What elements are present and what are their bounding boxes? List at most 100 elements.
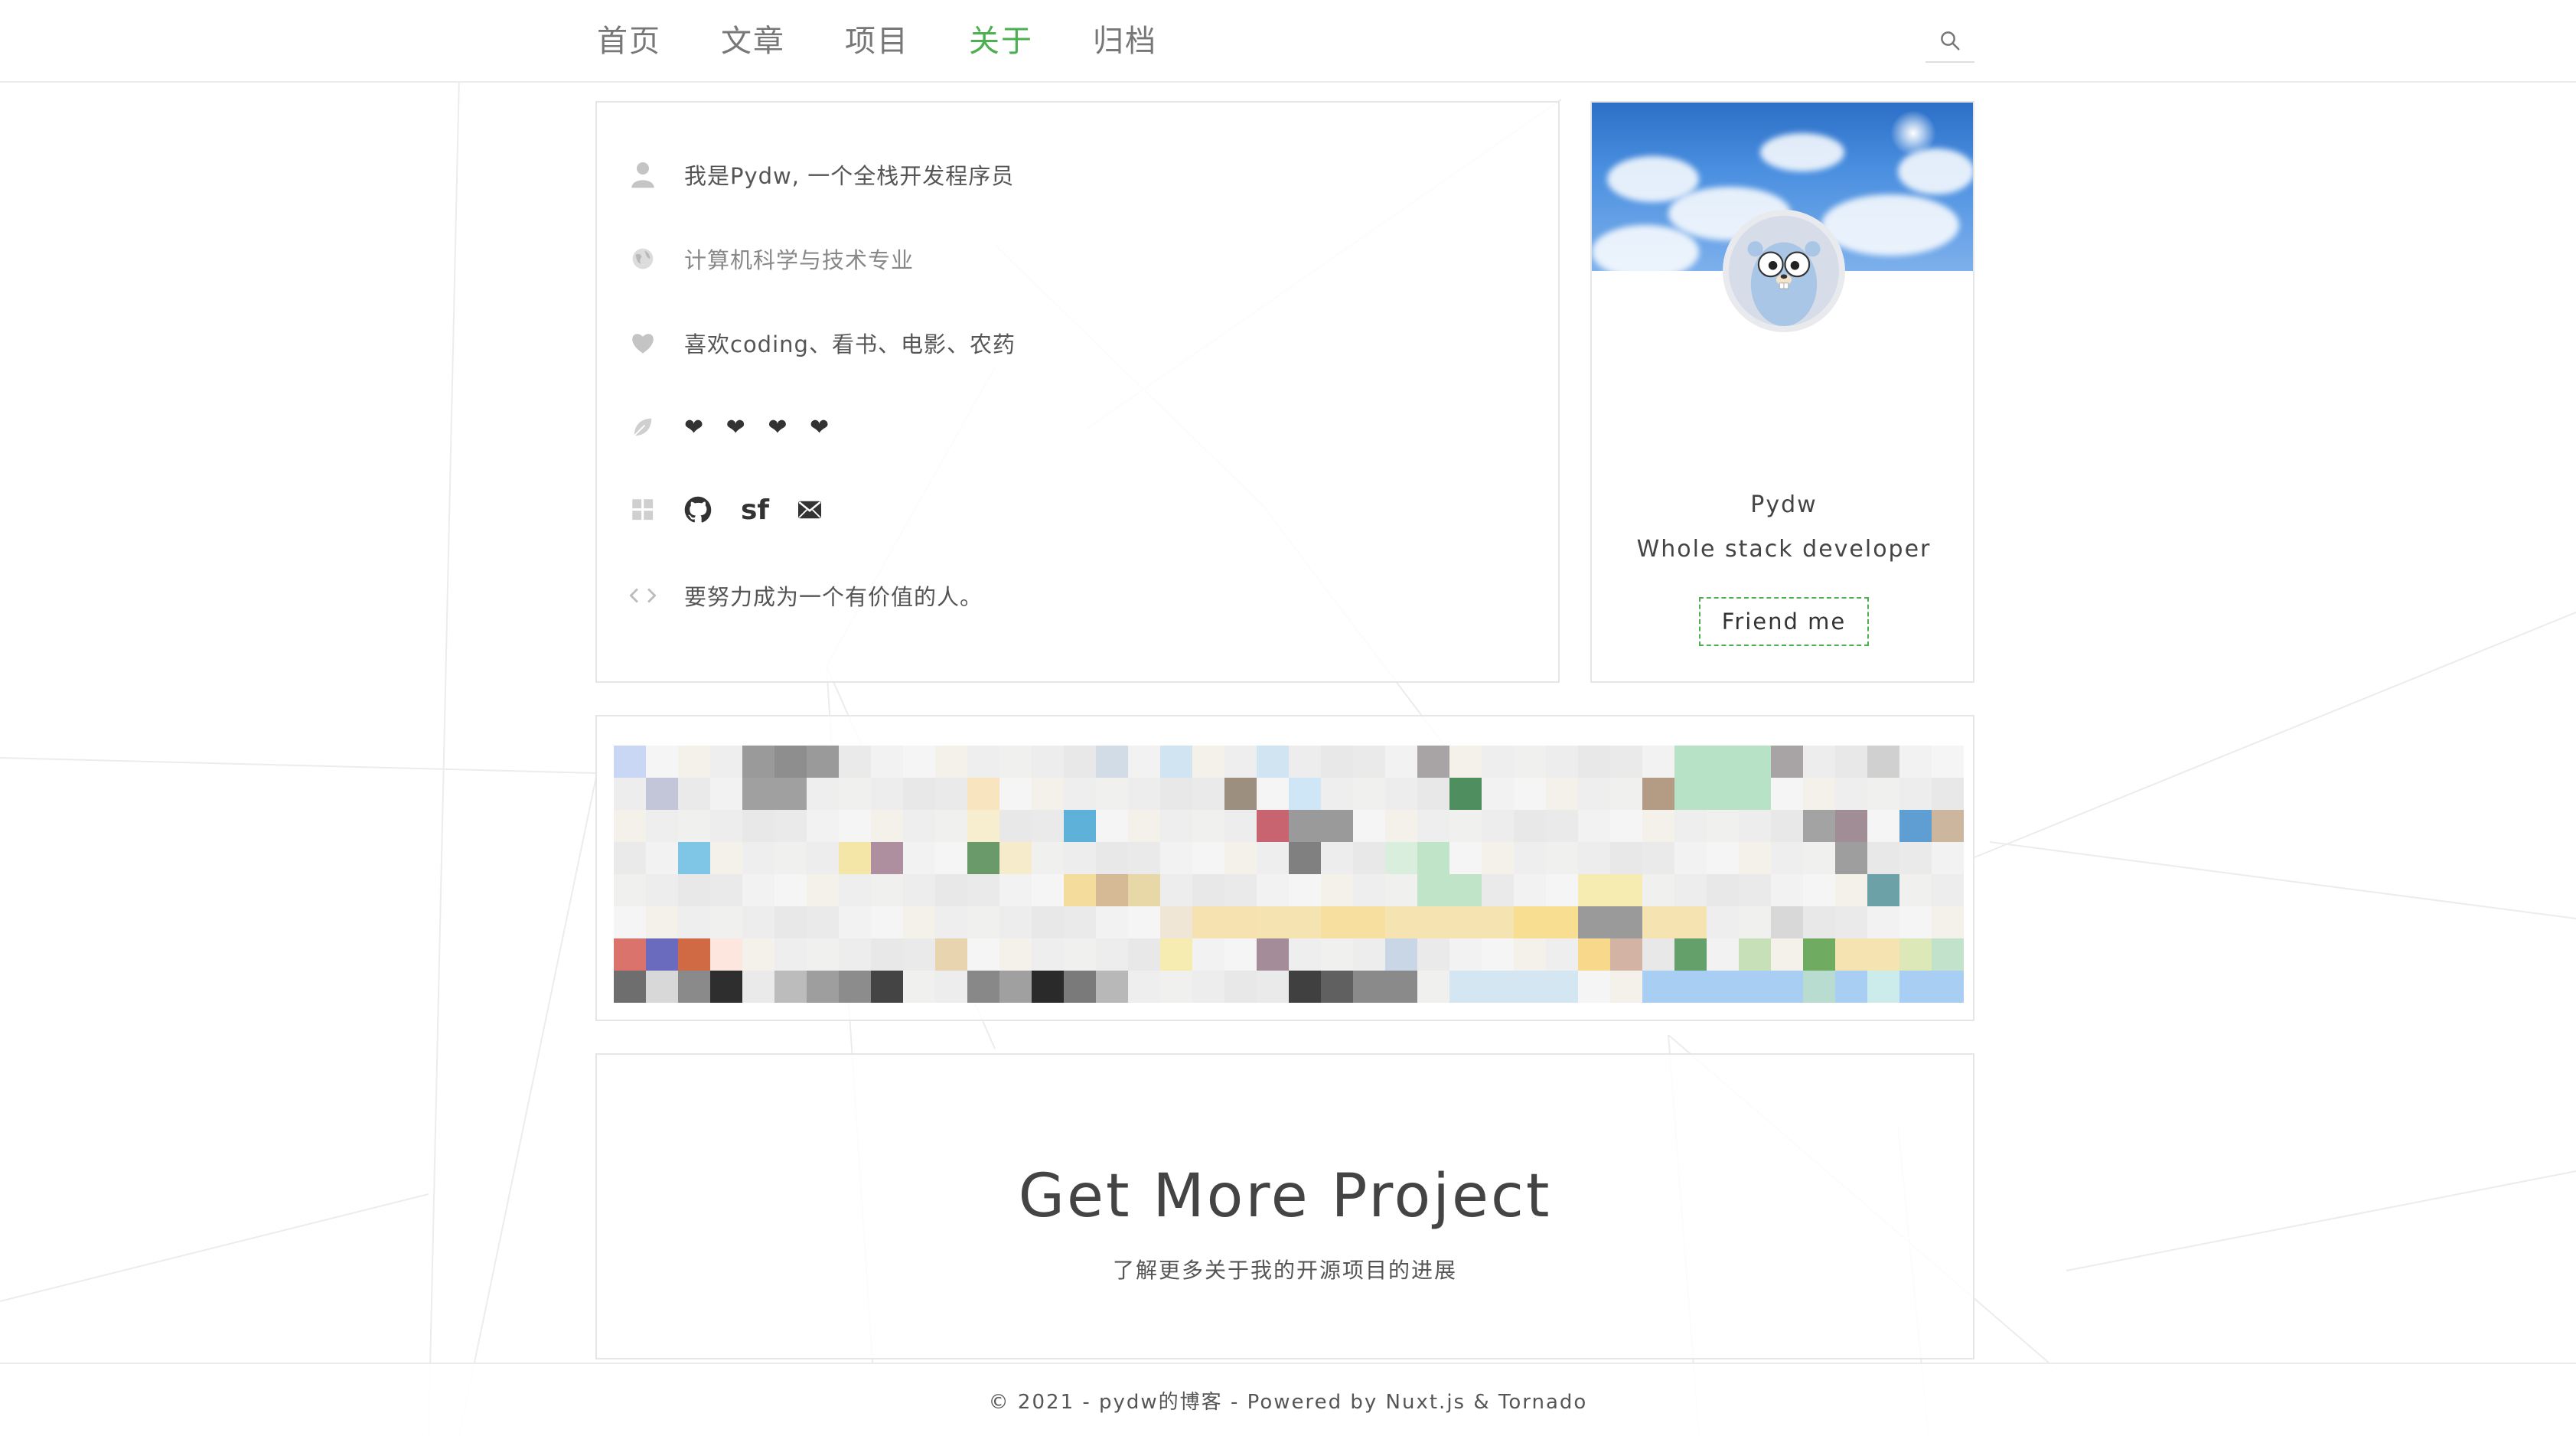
map-tile — [742, 842, 774, 874]
hearts-row: ❤ ❤ ❤ ❤ — [628, 404, 836, 450]
map-tile — [1932, 874, 1964, 906]
nav-item-home[interactable]: 首页 — [597, 16, 661, 60]
map-tile — [1642, 938, 1674, 971]
map-tile — [807, 810, 839, 842]
nav-item-articles[interactable]: 文章 — [721, 16, 785, 60]
map-tile — [1417, 746, 1449, 778]
map-tile — [1803, 906, 1835, 938]
map-tile — [1867, 778, 1899, 810]
map-tile — [1128, 842, 1160, 874]
github-icon — [684, 496, 712, 523]
map-tile — [1835, 874, 1867, 906]
map-tile — [1289, 842, 1321, 874]
nav-item-about[interactable]: 关于 — [969, 16, 1033, 60]
map-tile — [1096, 746, 1128, 778]
map-tile — [1578, 906, 1610, 938]
map-tile — [742, 906, 774, 938]
map-tile — [614, 971, 646, 1003]
map-tile — [1353, 778, 1385, 810]
map-tile — [1835, 842, 1867, 874]
map-tile — [1257, 874, 1289, 906]
map-tile — [742, 938, 774, 971]
map-tile — [1707, 778, 1739, 810]
map-tile — [774, 938, 807, 971]
map-tile — [967, 746, 999, 778]
map-tile — [1096, 842, 1128, 874]
map-tile — [1482, 746, 1514, 778]
map-tile — [1128, 746, 1160, 778]
segmentfault-link[interactable]: sf — [741, 494, 769, 526]
map-tile — [1546, 842, 1578, 874]
map-tile — [1867, 938, 1899, 971]
map-tile — [1128, 810, 1160, 842]
nav-item-projects[interactable]: 项目 — [845, 16, 909, 60]
map-tile — [1674, 971, 1707, 1003]
map-tile — [1385, 810, 1417, 842]
map-tile — [1867, 746, 1899, 778]
mail-link[interactable] — [798, 501, 822, 519]
map-tile — [1064, 938, 1096, 971]
map-tile — [1707, 746, 1739, 778]
motto-text: 要努力成为一个有价值的人。 — [684, 584, 983, 610]
map-tile — [678, 906, 710, 938]
map-tile — [999, 874, 1032, 906]
map-tile — [646, 746, 678, 778]
map-tile — [1192, 938, 1224, 971]
map-tile — [1578, 874, 1610, 906]
map-tile — [1739, 778, 1771, 810]
map-tile — [935, 842, 967, 874]
search-icon — [1941, 31, 1960, 51]
map-tile — [1803, 938, 1835, 971]
map-tile — [710, 938, 742, 971]
map-tile — [1546, 810, 1578, 842]
map-tile — [1835, 971, 1867, 1003]
map-tile — [1482, 810, 1514, 842]
map-tile — [1032, 938, 1064, 971]
map-tile — [807, 906, 839, 938]
map-tile — [1899, 746, 1932, 778]
map-tile — [1353, 906, 1385, 938]
map-tile — [710, 746, 742, 778]
pixelated-map[interactable] — [614, 746, 1964, 1003]
map-tile — [1449, 842, 1482, 874]
map-tile — [807, 874, 839, 906]
map-tile — [1482, 938, 1514, 971]
map-tile — [1064, 906, 1096, 938]
map-tile — [935, 906, 967, 938]
map-tile — [903, 906, 935, 938]
project-card[interactable]: Get More Project 了解更多关于我的开源项目的进展 — [595, 1053, 1974, 1359]
map-tile — [1739, 874, 1771, 906]
map-tile — [678, 971, 710, 1003]
map-tile — [967, 874, 999, 906]
map-tile — [871, 778, 903, 810]
map-tile — [1578, 778, 1610, 810]
nav-item-archive[interactable]: 归档 — [1093, 16, 1157, 60]
map-tile — [1449, 938, 1482, 971]
map-tile — [1321, 842, 1353, 874]
map-tile — [1224, 842, 1257, 874]
map-tile — [1739, 906, 1771, 938]
map-tile — [1867, 971, 1899, 1003]
map-tile — [1417, 778, 1449, 810]
github-link[interactable] — [684, 496, 712, 524]
map-tile — [807, 746, 839, 778]
map-tile — [774, 971, 807, 1003]
map-tile — [742, 778, 774, 810]
map-tile — [871, 874, 903, 906]
map-tile — [1482, 906, 1514, 938]
map-tile — [871, 842, 903, 874]
map-tile — [1482, 842, 1514, 874]
search-button[interactable] — [1925, 20, 1974, 63]
friend-me-button[interactable]: Friend me — [1699, 597, 1869, 646]
map-tile — [1128, 874, 1160, 906]
code-icon — [628, 580, 658, 611]
grid-icon — [628, 494, 658, 525]
top-navbar: 首页 文章 项目 关于 归档 — [0, 0, 2576, 83]
map-tile — [1771, 810, 1803, 842]
map-tile — [903, 746, 935, 778]
map-tile — [614, 746, 646, 778]
map-tile — [1899, 874, 1932, 906]
map-tile — [774, 810, 807, 842]
map-tile — [1932, 906, 1964, 938]
map-tile — [614, 874, 646, 906]
